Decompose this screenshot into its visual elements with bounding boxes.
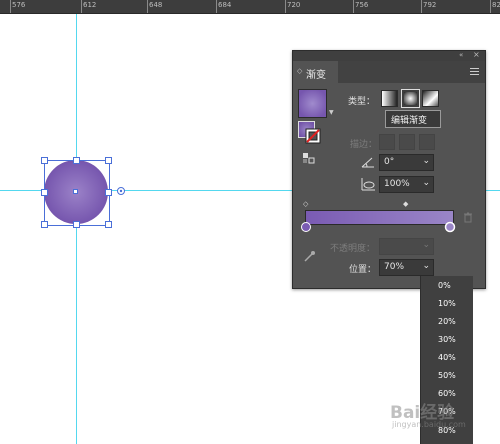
- gradient-slider-bar[interactable]: [305, 210, 454, 225]
- eyedropper-icon[interactable]: [303, 250, 316, 263]
- angle-value: 0°: [384, 157, 395, 167]
- resize-handle-right[interactable]: [105, 189, 112, 196]
- aspect-ratio-value: 100%: [384, 179, 410, 189]
- watermark-url: jingyan.baidu.com: [392, 420, 466, 429]
- swap-fill-stroke-icon[interactable]: [302, 152, 316, 164]
- edit-gradient-label: 编辑渐变: [391, 116, 428, 126]
- angle-input[interactable]: 0° ⌄: [379, 154, 434, 171]
- resize-handle-top-left[interactable]: [41, 157, 48, 164]
- radial-gradient-button[interactable]: [401, 89, 420, 108]
- close-icon[interactable]: ×: [473, 50, 480, 59]
- chevron-down-icon[interactable]: ⌄: [422, 178, 430, 188]
- stroke-along-button[interactable]: [399, 134, 415, 150]
- chevron-down-icon[interactable]: ⌄: [422, 261, 430, 271]
- ruler-label: 792: [423, 1, 437, 9]
- type-label: 类型：: [348, 97, 376, 107]
- stroke-none-swatch[interactable]: [305, 128, 321, 144]
- midpoint-diamond-icon[interactable]: ◆: [403, 200, 408, 208]
- position-value: 70%: [384, 262, 405, 272]
- opacity-label: 不透明度：: [330, 244, 376, 254]
- chevron-down-icon[interactable]: ⌄: [422, 156, 430, 166]
- opacity-input[interactable]: ⌄: [379, 238, 434, 255]
- ruler-tick: [285, 0, 286, 13]
- linear-gradient-button[interactable]: [381, 90, 398, 107]
- edit-gradient-button[interactable]: 编辑渐变: [385, 110, 441, 128]
- angle-icon: [361, 157, 374, 168]
- panel-title: 渐变: [306, 70, 326, 81]
- gradient-panel: « × ◇ 渐变 ▼ 类型： 编辑渐变 描边： 0° ⌄ 100% ⌄ ◇ ◆ …: [292, 50, 486, 289]
- horizontal-ruler[interactable]: 576 612 648 684 720 756 792 828: [0, 0, 500, 14]
- ruler-label: 576: [12, 1, 26, 9]
- gradient-preview-swatch[interactable]: [298, 89, 327, 118]
- ruler-label: 612: [83, 1, 97, 9]
- ruler-tick: [147, 0, 148, 13]
- tab-gradient[interactable]: ◇ 渐变: [293, 61, 338, 83]
- ruler-label: 756: [355, 1, 369, 9]
- aspect-ratio-icon: [361, 178, 375, 191]
- chevron-down-icon[interactable]: ⌄: [422, 240, 430, 250]
- hamburger-menu-icon[interactable]: [470, 68, 479, 75]
- color-stop-start[interactable]: [300, 221, 312, 233]
- dropdown-option[interactable]: 0%: [438, 281, 451, 290]
- dropdown-option[interactable]: 20%: [438, 317, 456, 326]
- dropdown-option[interactable]: 30%: [438, 335, 456, 344]
- tab-toggle-icon[interactable]: ◇: [297, 67, 302, 75]
- ruler-label: 720: [287, 1, 301, 9]
- center-point: [73, 189, 78, 194]
- midpoint-diamond-icon[interactable]: ◇: [303, 200, 308, 208]
- position-label: 位置：: [349, 265, 377, 275]
- resize-handle-bottom-left[interactable]: [41, 221, 48, 228]
- trash-icon[interactable]: [463, 212, 473, 223]
- ruler-label: 648: [149, 1, 163, 9]
- resize-handle-top-right[interactable]: [105, 157, 112, 164]
- stroke-within-button[interactable]: [379, 134, 395, 150]
- position-input[interactable]: 70% ⌄: [379, 259, 434, 276]
- vertical-guide[interactable]: [76, 14, 77, 444]
- resize-handle-top[interactable]: [73, 157, 80, 164]
- ruler-tick: [81, 0, 82, 13]
- resize-handle-bottom[interactable]: [73, 221, 80, 228]
- resize-handle-bottom-right[interactable]: [105, 221, 112, 228]
- ruler-label: 684: [218, 1, 232, 9]
- dropdown-option[interactable]: 50%: [438, 371, 456, 380]
- dropdown-option[interactable]: 10%: [438, 299, 456, 308]
- ruler-tick: [353, 0, 354, 13]
- ruler-tick: [216, 0, 217, 13]
- dropdown-option[interactable]: 40%: [438, 353, 456, 362]
- ruler-tick: [421, 0, 422, 13]
- freeform-gradient-button[interactable]: [422, 90, 439, 107]
- gradient-fill: [306, 211, 453, 224]
- aspect-ratio-input[interactable]: 100% ⌄: [379, 176, 434, 193]
- ruler-tick: [10, 0, 11, 13]
- double-chevron-left-icon[interactable]: «: [459, 51, 463, 59]
- stroke-across-button[interactable]: [419, 134, 435, 150]
- stroke-label: 描边：: [350, 140, 378, 150]
- rotate-handle-icon[interactable]: [115, 185, 127, 197]
- dropdown-option[interactable]: 60%: [438, 389, 456, 398]
- color-stop-end[interactable]: [444, 221, 456, 233]
- resize-handle-left[interactable]: [41, 189, 48, 196]
- ruler-tick: [490, 0, 491, 13]
- ruler-label: 828: [492, 1, 500, 9]
- panel-header-bar[interactable]: [293, 51, 485, 61]
- swatch-dropdown-icon[interactable]: ▼: [329, 109, 334, 116]
